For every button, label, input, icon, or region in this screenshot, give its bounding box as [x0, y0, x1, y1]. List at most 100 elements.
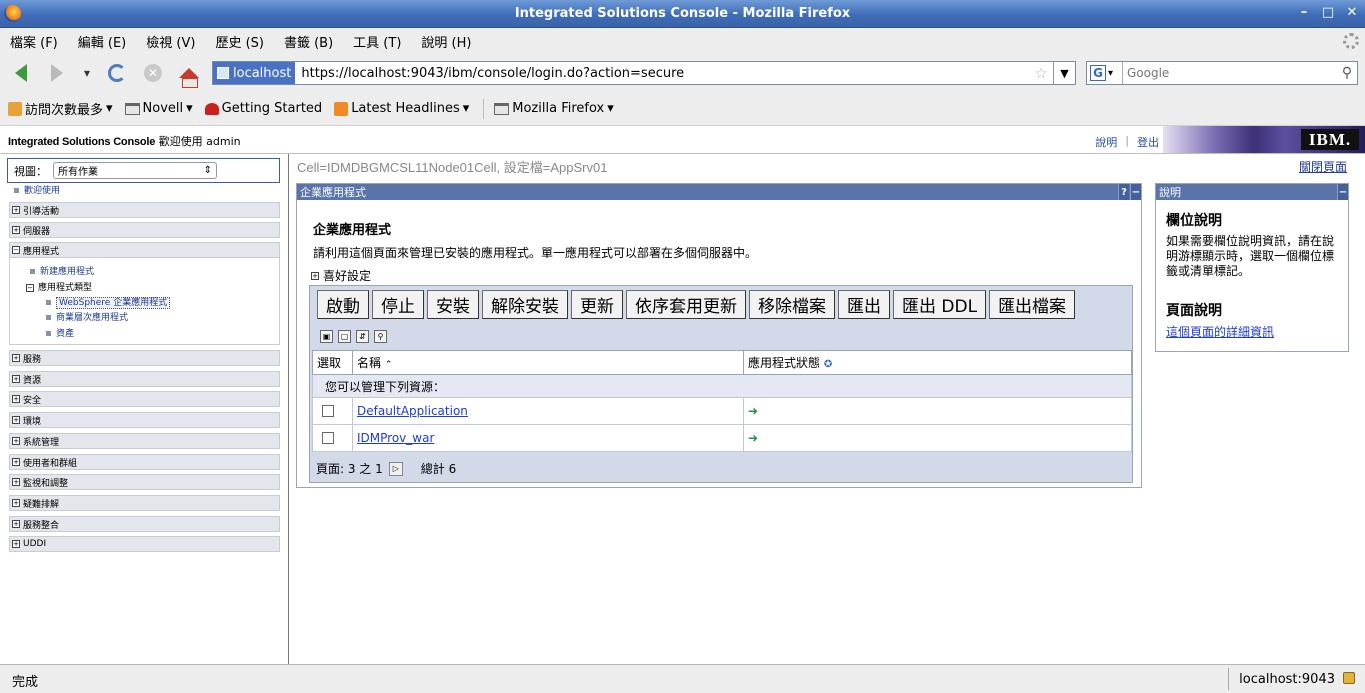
page-help-link[interactable]: 這個頁面的詳細資訊	[1166, 325, 1274, 339]
bullet-icon	[46, 331, 51, 336]
logout-link[interactable]: 登出	[1137, 134, 1159, 150]
nav-websphere-apps[interactable]: WebSphere 企業應用程式	[46, 295, 171, 309]
bullet-icon	[30, 269, 35, 274]
banner-help-link[interactable]: 說明	[1095, 134, 1117, 150]
stop-button[interactable]: ✕	[142, 62, 164, 84]
site-identity-button[interactable]: localhost	[213, 62, 296, 84]
search-input[interactable]	[1123, 65, 1337, 81]
bookmark-star-icon[interactable]: ☆	[1029, 64, 1053, 82]
nav-section-users-groups[interactable]: + 使用者和群組	[9, 454, 280, 470]
nav-label: 系統管理	[23, 437, 60, 448]
main-content: Cell=IDMDBGMCSL11Node01Cell, 設定檔=AppSrv0…	[290, 154, 1365, 664]
table-row: DefaultApplication ➜	[312, 397, 1132, 425]
url-bar[interactable]: localhost https://localhost:9043/ibm/con…	[212, 61, 1076, 85]
maximize-button[interactable]: □	[1321, 5, 1335, 20]
menu-tools[interactable]: 工具 (T)	[353, 32, 401, 51]
uninstall-button[interactable]: 解除安裝	[482, 290, 568, 319]
export-ddl-button[interactable]: 匯出 DDL	[893, 290, 987, 319]
clear-filter-icon[interactable]: ⚲	[374, 330, 387, 343]
menu-bookmarks[interactable]: 書籤 (B)	[284, 32, 333, 51]
nav-section-guided[interactable]: + 引導活動	[9, 202, 280, 218]
search-icon[interactable]: ⚲	[1337, 65, 1357, 81]
bookmark-novell[interactable]: Novell ▾	[124, 101, 193, 116]
nav-section-troubleshooting[interactable]: + 疑難排解	[9, 495, 280, 511]
view-select[interactable]: 所有作業 ⇕	[53, 162, 217, 179]
nav-section-service-integration[interactable]: + 服務整合	[9, 516, 280, 532]
remove-file-button[interactable]: 移除檔案	[749, 290, 835, 319]
back-button[interactable]	[10, 62, 32, 84]
next-page-button[interactable]: ▷	[388, 461, 403, 476]
row-status-cell: ➜	[743, 397, 1132, 425]
sort-icon[interactable]: ⌃	[385, 360, 393, 370]
stop-app-button[interactable]: 停止	[372, 290, 424, 319]
menu-help[interactable]: 說明 (H)	[421, 32, 471, 51]
nav-section-environment[interactable]: + 環境	[9, 412, 280, 428]
show-filter-icon[interactable]: ⇵	[356, 330, 369, 343]
start-button[interactable]: 啟動	[317, 290, 369, 319]
menu-edit[interactable]: 編輯 (E)	[78, 32, 127, 51]
nav-assets[interactable]: 資產	[46, 326, 74, 339]
search-bar[interactable]: G ▾ ⚲	[1086, 61, 1358, 85]
view-value: 所有作業	[58, 167, 98, 178]
nav-section-applications[interactable]: − 應用程式	[9, 242, 280, 258]
deselect-all-icon[interactable]: ▢	[338, 330, 351, 343]
lock-icon[interactable]	[1343, 672, 1355, 684]
home-button[interactable]	[178, 62, 200, 88]
bookmark-latest-headlines[interactable]: Latest Headlines ▾	[334, 101, 469, 116]
view-selector: 視圖： 所有作業 ⇕	[7, 158, 280, 183]
bookmark-most-visited[interactable]: 訪問次數最多 ▾	[8, 99, 113, 118]
nav-section-security[interactable]: + 安全	[9, 391, 280, 407]
minimize-button[interactable]: –	[1297, 5, 1311, 20]
close-window-button[interactable]: ✕	[1345, 5, 1359, 20]
bookmark-mozilla-firefox[interactable]: Mozilla Firefox ▾	[494, 101, 614, 116]
ibm-logo: IBM.	[1301, 129, 1359, 150]
bookmark-getting-started[interactable]: Getting Started	[204, 101, 322, 116]
nav-new-application[interactable]: 新建應用程式	[30, 264, 94, 277]
forward-button[interactable]	[46, 62, 68, 84]
preferences-toggle[interactable]: + 喜好設定	[311, 267, 371, 284]
nav-label: 商業層次應用程式	[56, 313, 129, 323]
app-link[interactable]: IDMProv_war	[357, 431, 434, 445]
toolbar-separator	[483, 98, 485, 119]
menu-view[interactable]: 檢視 (V)	[146, 32, 195, 51]
portlet-help-button[interactable]: ?	[1118, 184, 1129, 200]
nav-section-monitoring[interactable]: + 監視和調整	[9, 474, 280, 490]
install-button[interactable]: 安裝	[427, 290, 479, 319]
nav-section-services[interactable]: + 服務	[9, 350, 280, 366]
refresh-status-icon[interactable]: ✪	[824, 359, 832, 370]
nav-section-servers[interactable]: + 伺服器	[9, 222, 280, 238]
search-engine-selector[interactable]: G ▾	[1087, 62, 1123, 84]
firefox-logo-icon	[4, 5, 21, 22]
help-minimize-button[interactable]: −	[1337, 184, 1348, 200]
nav-section-resources[interactable]: + 資源	[9, 371, 280, 387]
reload-button[interactable]	[106, 62, 128, 84]
url-input[interactable]: https://localhost:9043/ibm/console/login…	[295, 66, 1029, 81]
export-file-button[interactable]: 匯出檔案	[989, 290, 1076, 319]
column-status: 應用程式狀態 ✪	[743, 350, 1132, 375]
console-banner: Integrated Solutions Console 歡迎使用 admin …	[0, 126, 1365, 154]
row-checkbox[interactable]	[322, 432, 334, 444]
nav-welcome[interactable]: 歡迎使用	[14, 183, 60, 196]
history-dropdown-button[interactable]: ▾	[76, 62, 98, 84]
collection-table-panel: 啟動 停止 安裝 解除安裝 更新 依序套用更新 移除檔案 匯出 匯出 DDL 匯…	[309, 285, 1133, 483]
nav-application-types[interactable]: − 應用程式類型	[26, 280, 92, 293]
row-checkbox[interactable]	[322, 405, 334, 417]
update-button[interactable]: 更新	[571, 290, 623, 319]
forward-arrow-icon	[51, 64, 63, 82]
nav-section-uddi[interactable]: + UDDI	[9, 536, 280, 552]
nav-business-apps[interactable]: 商業層次應用程式	[46, 310, 128, 323]
view-label: 視圖：	[14, 164, 47, 178]
column-label: 名稱	[357, 356, 382, 370]
rollout-update-button[interactable]: 依序套用更新	[626, 290, 746, 319]
close-page-link[interactable]: 關閉頁面	[1299, 158, 1347, 175]
column-name[interactable]: 名稱 ⌃	[352, 350, 744, 375]
url-dropdown-button[interactable]: ▼	[1053, 62, 1075, 84]
select-all-icon[interactable]: ▣	[320, 330, 333, 343]
nav-section-system-admin[interactable]: + 系統管理	[9, 433, 280, 449]
menu-history[interactable]: 歷史 (S)	[215, 32, 264, 51]
export-button[interactable]: 匯出	[838, 290, 890, 319]
menu-file[interactable]: 檔案 (F)	[10, 32, 58, 51]
folder-icon	[494, 102, 510, 115]
app-link[interactable]: DefaultApplication	[357, 404, 468, 418]
portlet-minimize-button[interactable]: −	[1130, 184, 1141, 200]
